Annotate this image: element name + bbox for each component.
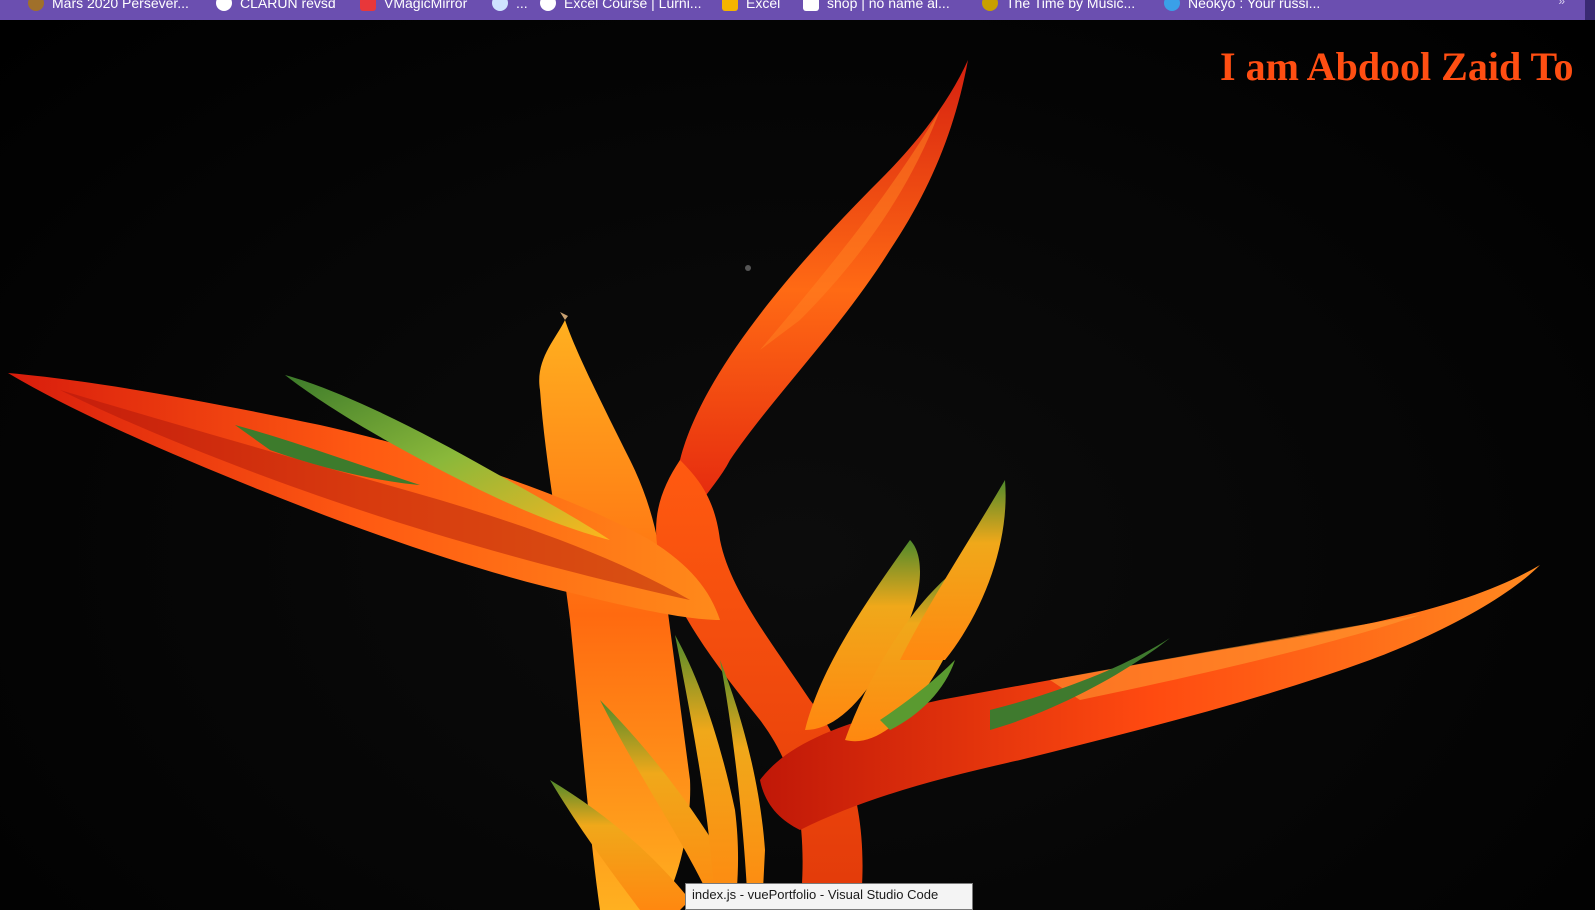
bookmark-label: Mars 2020 Persever... — [52, 0, 189, 11]
bookmark-label: VMagicMirror — [384, 0, 468, 11]
bookmark-twitter[interactable]: ... — [492, 0, 528, 13]
bookmark-label: The Time by Music... — [1006, 0, 1136, 11]
bookmark-mars-2020[interactable]: Mars 2020 Persever... — [28, 0, 189, 13]
bookmark-vmagicmirror[interactable]: VMagicMirror — [360, 0, 467, 13]
hero-title: I am Abdool Zaid To — [1220, 44, 1574, 89]
clarun-favicon-icon — [216, 0, 232, 11]
bookmarks-bar: Mars 2020 Persever... CLARUN revsd VMagi… — [0, 0, 1595, 20]
bird-of-paradise-flower-image — [8, 60, 1540, 910]
taskbar-tooltip: index.js - vuePortfolio - Visual Studio … — [685, 883, 973, 910]
bookmark-neokyo[interactable]: Neokyo : Your russi... — [1164, 0, 1320, 13]
bookmark-excel-course[interactable]: Excel Course | Lurni... — [540, 0, 701, 13]
bookmark-label: Excel — [746, 0, 781, 11]
bookmark-clarun[interactable]: CLARUN revsd — [216, 0, 336, 13]
bookmark-shop[interactable]: shop | no name al... — [803, 0, 950, 13]
excel-grid-icon — [722, 0, 738, 11]
bookmark-label: CLARUN revsd — [240, 0, 336, 11]
twitter-bird-icon — [492, 0, 508, 11]
bookmark-excel[interactable]: Excel — [722, 0, 780, 13]
excel-course-favicon-icon — [540, 0, 556, 11]
mars-favicon-icon — [28, 0, 44, 11]
chevron-double-right-icon[interactable]: » — [1558, 0, 1565, 8]
vmagicmirror-favicon-icon — [360, 0, 376, 11]
bookmark-label: Excel Course | Lurni... — [564, 0, 702, 11]
bar-edge — [1585, 0, 1595, 20]
music-favicon-icon — [982, 0, 998, 11]
shop-favicon-icon — [803, 0, 819, 11]
neokyo-favicon-icon — [1164, 0, 1180, 11]
bookmark-the-time[interactable]: The Time by Music... — [982, 0, 1135, 13]
bookmark-label: ... — [516, 0, 528, 11]
bookmark-label: shop | no name al... — [827, 0, 950, 11]
hero-section: I am Abdool Zaid To — [0, 20, 1595, 910]
bookmark-label: Neokyo : Your russi... — [1188, 0, 1321, 11]
